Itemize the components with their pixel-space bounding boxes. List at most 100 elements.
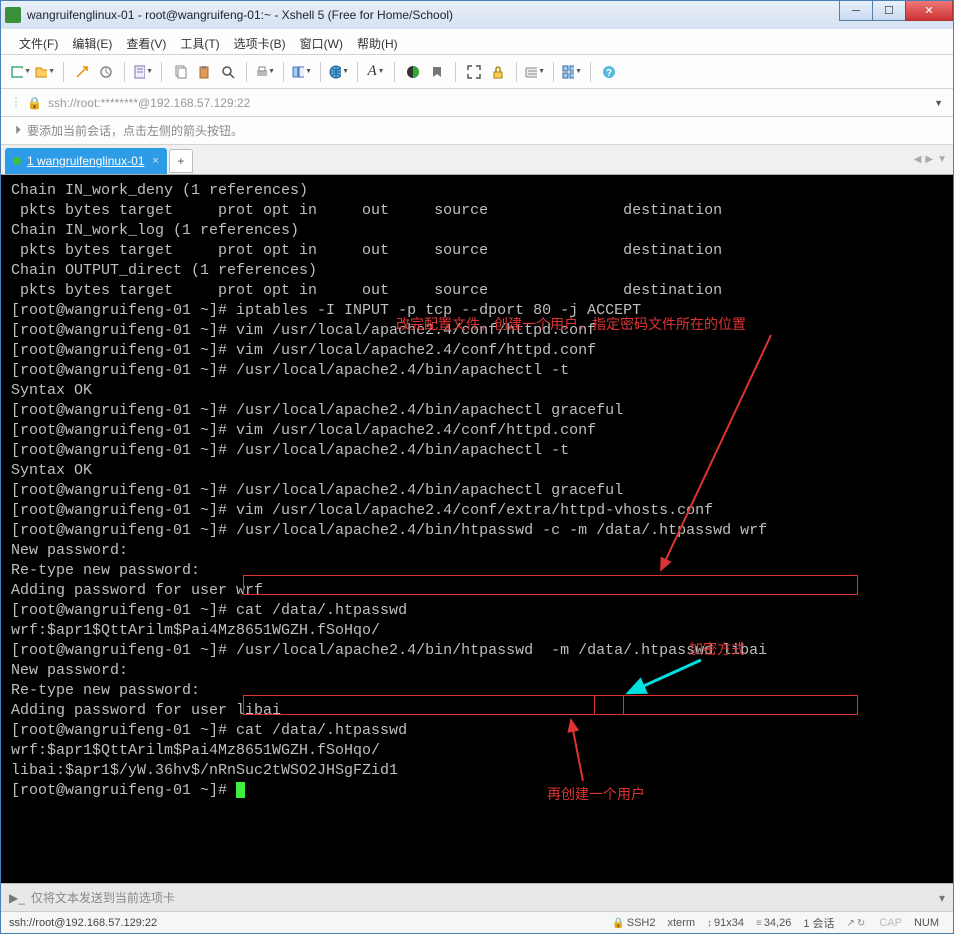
highlight-box-2 xyxy=(243,695,858,715)
menu-tabs[interactable]: 选项卡(B) xyxy=(234,35,286,52)
terminal-line: [root@wangruifeng-01 ~]# /usr/local/apac… xyxy=(11,641,943,661)
font-icon[interactable]: A▼ xyxy=(366,62,386,82)
close-button[interactable]: ✕ xyxy=(905,1,953,21)
find-icon[interactable] xyxy=(218,62,238,82)
status-size: 91x34 xyxy=(714,917,744,929)
terminal-line: [root@wangruifeng-01 ~]# vim /usr/local/… xyxy=(11,421,943,441)
terminal-line: Syntax OK xyxy=(11,381,943,401)
menu-help[interactable]: 帮助(H) xyxy=(357,35,398,52)
status-size-icon: ↕ xyxy=(707,918,712,929)
reconnect-icon[interactable] xyxy=(96,62,116,82)
cursor xyxy=(236,782,245,798)
terminal-line: New password: xyxy=(11,661,943,681)
terminal-line: [root@wangruifeng-01 ~]# xyxy=(11,781,943,801)
status-link2-icon: ↻ xyxy=(857,918,865,929)
app-window: wangruifenglinux-01 - root@wangruifeng-0… xyxy=(0,0,954,934)
highlight-box-1 xyxy=(243,575,858,595)
terminal-line: [root@wangruifeng-01 ~]# /usr/local/apac… xyxy=(11,401,943,421)
tab-next-icon[interactable]: ▶ xyxy=(925,154,933,165)
menu-window[interactable]: 窗口(W) xyxy=(300,35,343,52)
menu-tools[interactable]: 工具(T) xyxy=(180,35,219,52)
keyboard-icon[interactable]: ▼ xyxy=(525,62,545,82)
fullscreen-icon[interactable] xyxy=(464,62,484,82)
lock-icon[interactable] xyxy=(488,62,508,82)
color-scheme-icon[interactable] xyxy=(403,62,423,82)
input-caret-icon: ▶_ xyxy=(9,891,25,905)
connect-icon[interactable] xyxy=(72,62,92,82)
svg-text:+: + xyxy=(21,64,23,75)
tab-prev-icon[interactable]: ◀ xyxy=(914,154,922,165)
status-pos: 34,26 xyxy=(764,917,792,929)
terminal-line: [root@wangruifeng-01 ~]# vim /usr/local/… xyxy=(11,501,943,521)
tile-icon[interactable]: ▼ xyxy=(562,62,582,82)
window-controls: ─ ☐ ✕ xyxy=(840,1,953,21)
tab-bar: 1 wangruifenglinux-01 × + ◀ ▶ ▼ xyxy=(1,145,953,175)
hint-arrow-icon[interactable]: ⏵ xyxy=(15,123,21,138)
addr-text[interactable]: ssh://root:********@192.168.57.129:22 xyxy=(48,96,934,110)
terminal-line: wrf:$apr1$QttArilm$Pai4Mz8651WGZH.fSoHqo… xyxy=(11,621,943,641)
tab-status-dot xyxy=(13,157,21,165)
terminal[interactable]: Chain IN_work_deny (1 references) pkts b… xyxy=(1,175,953,883)
window-title: wangruifenglinux-01 - root@wangruifeng-0… xyxy=(27,8,949,22)
annotation-2: 加密方式 xyxy=(689,641,745,661)
addr-dropdown-icon[interactable]: ▼ xyxy=(934,98,943,108)
status-sessions: 1 会话 xyxy=(803,915,834,931)
terminal-line: [root@wangruifeng-01 ~]# /usr/local/apac… xyxy=(11,481,943,501)
terminal-line: wrf:$apr1$QttArilm$Pai4Mz8651WGZH.fSoHqo… xyxy=(11,741,943,761)
paste-icon[interactable] xyxy=(194,62,214,82)
toolbar: +▼ ▼ ▼ ▼ ▼ ▼ A▼ ▼ ▼ ? xyxy=(1,55,953,89)
tab-add-button[interactable]: + xyxy=(169,149,193,173)
menu-edit[interactable]: 编辑(E) xyxy=(72,35,112,52)
menubar: 文件(F) 编辑(E) 查看(V) 工具(T) 选项卡(B) 窗口(W) 帮助(… xyxy=(1,29,953,55)
properties-icon[interactable]: ▼ xyxy=(133,62,153,82)
terminal-line: Chain OUTPUT_direct (1 references) xyxy=(11,261,943,281)
terminal-line: [root@wangruifeng-01 ~]# cat /data/.htpa… xyxy=(11,721,943,741)
input-placeholder: 仅将文本发送到当前选项卡 xyxy=(31,889,175,906)
terminal-line: New password: xyxy=(11,541,943,561)
status-caps: CAP xyxy=(879,917,902,929)
tab-list-icon[interactable]: ▼ xyxy=(937,154,947,165)
annotation-3: 再创建一个用户 xyxy=(547,786,645,806)
addr-lock-icon: 🔒 xyxy=(27,96,42,110)
status-connection: ssh://root@192.168.57.129:22 xyxy=(9,917,606,929)
status-bar: ssh://root@192.168.57.129:22 🔒SSH2 xterm… xyxy=(1,911,953,933)
addr-dots-icon: ⋮ xyxy=(11,97,21,108)
terminal-line: Chain IN_work_deny (1 references) xyxy=(11,181,943,201)
minimize-button[interactable]: ─ xyxy=(839,1,873,21)
terminal-line: pkts bytes target prot opt in out source… xyxy=(11,241,943,261)
terminal-line: Chain IN_work_log (1 references) xyxy=(11,221,943,241)
globe-icon[interactable]: ▼ xyxy=(329,62,349,82)
sessions-panel-icon[interactable]: ▼ xyxy=(292,62,312,82)
terminal-line: pkts bytes target prot opt in out source… xyxy=(11,201,943,221)
maximize-button[interactable]: ☐ xyxy=(872,1,906,21)
status-link-icon: ↗ xyxy=(847,918,855,929)
menu-view[interactable]: 查看(V) xyxy=(126,35,166,52)
tab-nav: ◀ ▶ ▼ xyxy=(914,145,947,174)
menu-file[interactable]: 文件(F) xyxy=(19,35,58,52)
status-pos-icon: ≡ xyxy=(756,918,762,929)
terminal-line: [root@wangruifeng-01 ~]# /usr/local/apac… xyxy=(11,361,943,381)
terminal-line: [root@wangruifeng-01 ~]# /usr/local/apac… xyxy=(11,521,943,541)
terminal-line: pkts bytes target prot opt in out source… xyxy=(11,281,943,301)
terminal-line: [root@wangruifeng-01 ~]# cat /data/.htpa… xyxy=(11,601,943,621)
input-bar[interactable]: ▶_ 仅将文本发送到当前选项卡 ▾ xyxy=(1,883,953,911)
input-dropdown-icon[interactable]: ▾ xyxy=(939,891,945,905)
titlebar[interactable]: wangruifenglinux-01 - root@wangruifeng-0… xyxy=(1,1,953,29)
address-bar[interactable]: ⋮ 🔒 ssh://root:********@192.168.57.129:2… xyxy=(1,89,953,117)
terminal-line: [root@wangruifeng-01 ~]# /usr/local/apac… xyxy=(11,441,943,461)
script-icon[interactable] xyxy=(427,62,447,82)
open-folder-icon[interactable]: ▼ xyxy=(35,62,55,82)
hint-text: 要添加当前会话，点击左侧的箭头按钮。 xyxy=(27,122,243,139)
tab-label: 1 wangruifenglinux-01 xyxy=(27,154,144,168)
print-icon[interactable]: ▼ xyxy=(255,62,275,82)
hint-bar: ⏵ 要添加当前会话，点击左侧的箭头按钮。 xyxy=(1,117,953,145)
terminal-line: Syntax OK xyxy=(11,461,943,481)
tab-close-icon[interactable]: × xyxy=(152,155,158,167)
help-icon[interactable]: ? xyxy=(599,62,619,82)
status-ssh-icon: 🔒 xyxy=(612,918,624,929)
status-num: NUM xyxy=(914,917,939,929)
new-session-icon[interactable]: +▼ xyxy=(11,62,31,82)
tab-session-1[interactable]: 1 wangruifenglinux-01 × xyxy=(5,148,167,174)
copy-icon[interactable] xyxy=(170,62,190,82)
status-term: xterm xyxy=(667,917,695,929)
